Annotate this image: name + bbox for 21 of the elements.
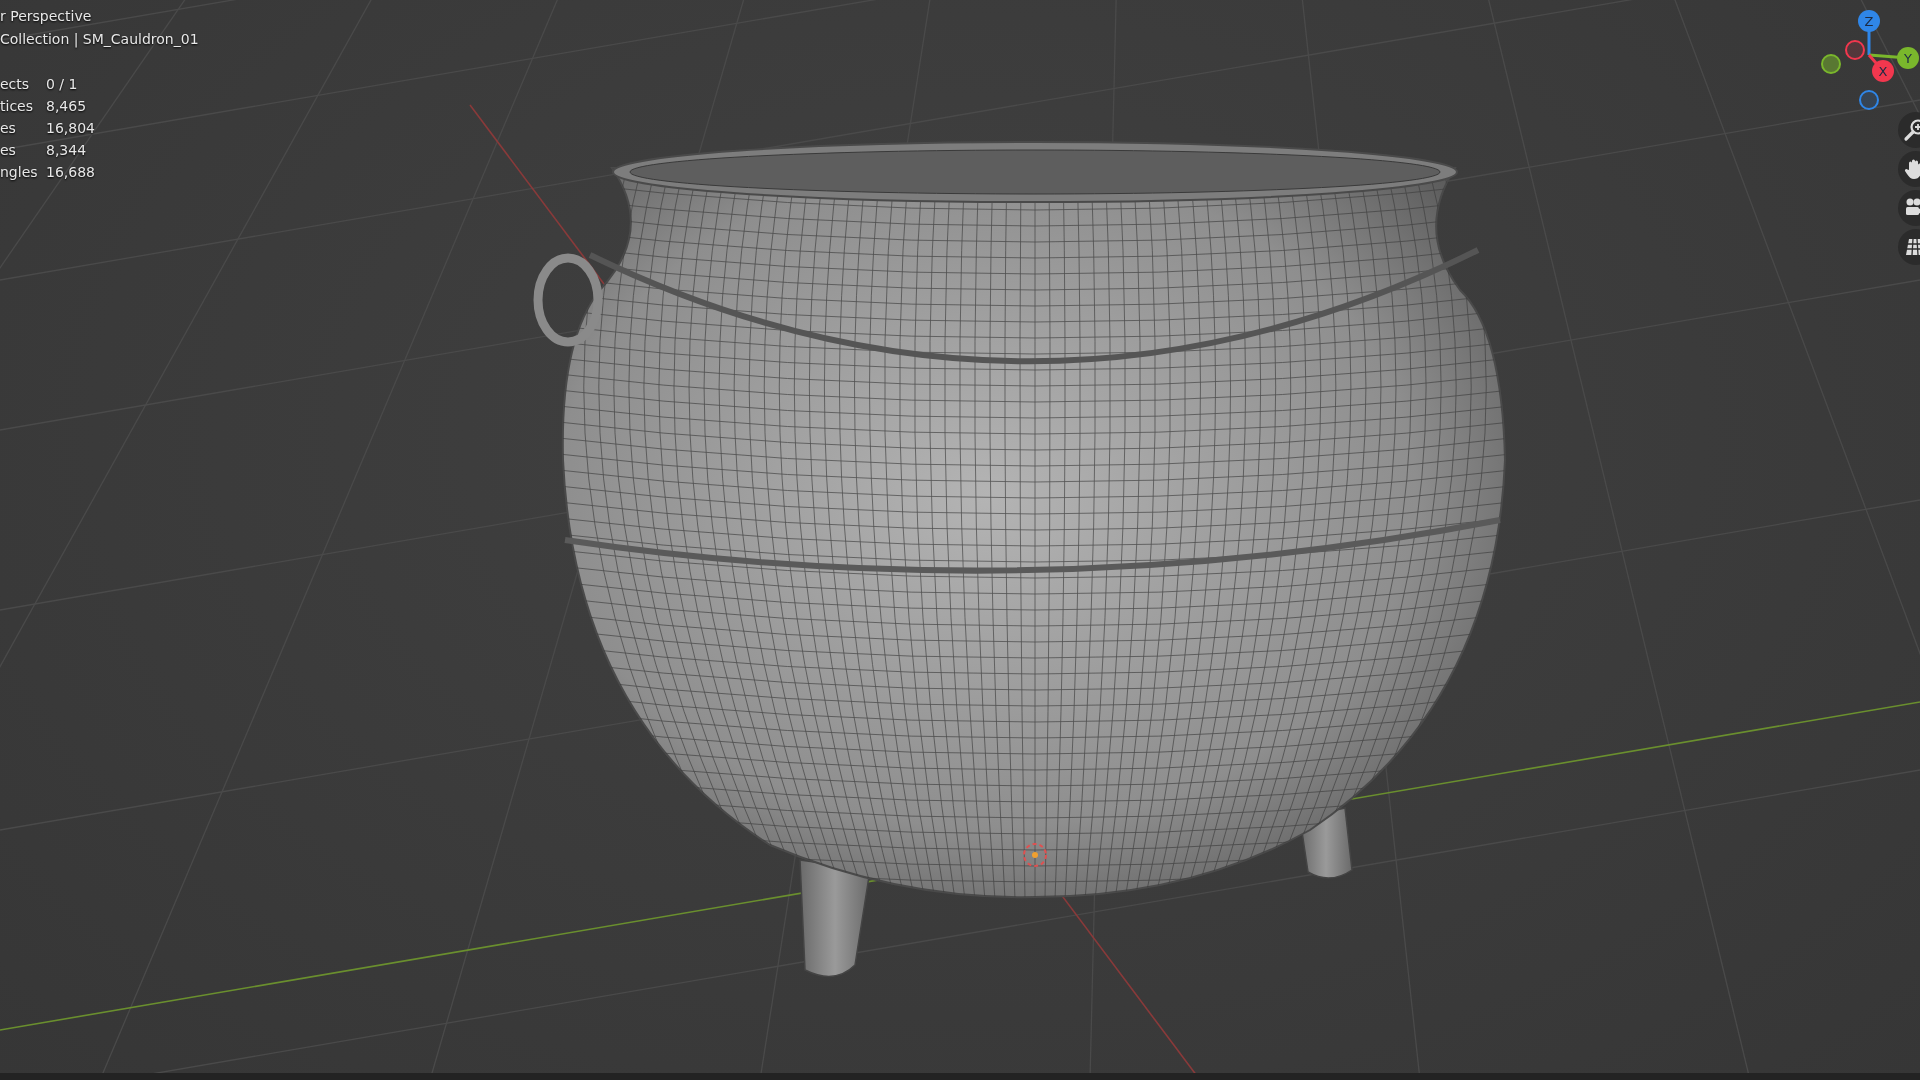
zoom-icon: [1903, 118, 1920, 142]
axis-handle[interactable]: X: [1872, 60, 1894, 82]
axis-handle[interactable]: Z: [1858, 10, 1880, 32]
negative-axis-handle[interactable]: [1821, 54, 1841, 74]
stat-label: es: [0, 142, 17, 158]
3d-cursor-icon: [1023, 843, 1047, 867]
stat-label: es: [0, 120, 17, 136]
collection-path: Collection | SM_Cauldron_01: [0, 31, 199, 47]
stat-label: ngles: [0, 164, 39, 180]
stat-value: 16,804: [46, 120, 96, 136]
negative-axis-handle[interactable]: [1845, 40, 1865, 60]
axis-handle[interactable]: Y: [1897, 47, 1919, 69]
stat-value: 16,688: [46, 164, 96, 180]
negative-axis-handle[interactable]: [1859, 90, 1879, 110]
hand-icon: [1903, 157, 1920, 181]
stat-label: tices: [0, 98, 34, 114]
stat-label: ects: [0, 76, 31, 92]
stat-value: 8,465: [46, 98, 88, 114]
view-name: r Perspective: [0, 8, 93, 24]
stat-value: 0 / 1: [46, 76, 79, 92]
stat-value: 8,344: [46, 142, 88, 158]
